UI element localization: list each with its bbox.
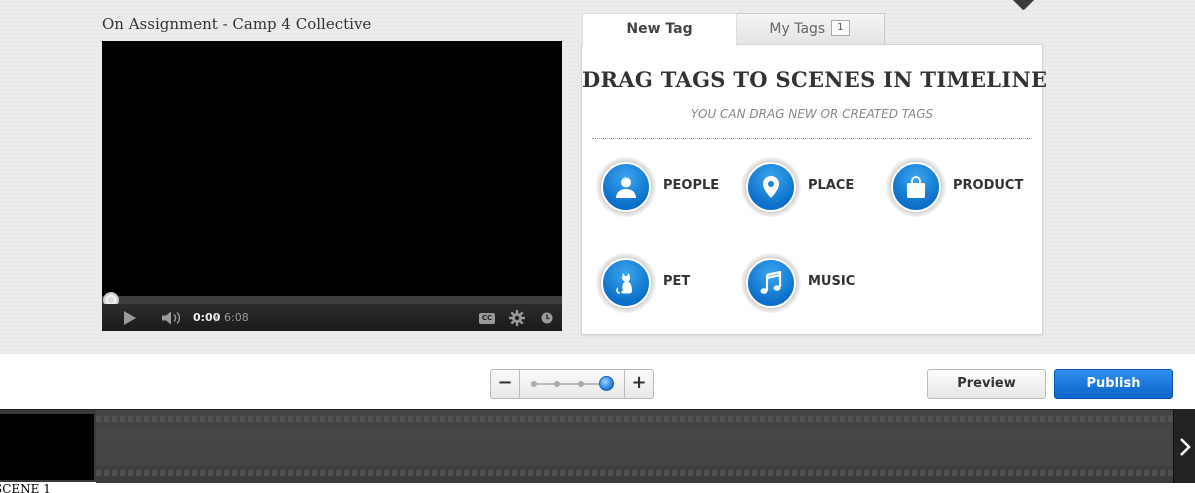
- chevron-right-icon: [1180, 438, 1191, 456]
- my-tags-count-badge: 1: [831, 20, 850, 36]
- volume-icon[interactable]: [161, 311, 183, 325]
- music-note-icon: [760, 271, 782, 294]
- zoom-step-dot: [554, 381, 560, 387]
- tag-pet[interactable]: PET: [596, 253, 726, 313]
- tab-new-tag-label: New Tag: [626, 21, 693, 37]
- total-time: 6:08: [224, 311, 249, 324]
- film-strip[interactable]: [96, 410, 1173, 483]
- tag-panel: DRAG TAGS TO SCENES IN TIMELINE YOU CAN …: [581, 44, 1048, 335]
- video-title: On Assignment - Camp 4 Collective: [102, 15, 372, 33]
- zoom-control: − +: [490, 369, 654, 399]
- publish-button[interactable]: Publish: [1054, 369, 1173, 399]
- watch-later-icon[interactable]: [541, 312, 553, 324]
- workspace-area: On Assignment - Camp 4 Collective 0:00 /…: [0, 0, 1195, 354]
- scene-thumbnail[interactable]: [0, 414, 94, 480]
- panel-heading: DRAG TAGS TO SCENES IN TIMELINE: [582, 67, 1048, 92]
- tag-music-label: MUSIC: [808, 274, 856, 289]
- player-controls: 0:00 / 6:08 CC: [102, 304, 562, 331]
- scene-label: SCENE 1: [0, 482, 51, 493]
- film-sprockets: [96, 470, 1173, 476]
- tag-place-badge: [741, 157, 801, 217]
- play-icon[interactable]: [124, 311, 136, 325]
- tag-people-label: PEOPLE: [663, 178, 720, 193]
- shopping-bag-icon: [907, 176, 925, 198]
- zoom-in-button[interactable]: +: [624, 370, 653, 398]
- tab-my-tags-label: My Tags: [769, 21, 826, 37]
- panel-divider: [592, 138, 1032, 139]
- video-player[interactable]: 0:00 / 6:08 CC: [102, 41, 562, 331]
- tag-product-badge: [886, 157, 946, 217]
- timeline-next-button[interactable]: [1173, 410, 1195, 483]
- cat-icon: [616, 273, 632, 294]
- film-sprockets: [96, 416, 1173, 422]
- person-icon: [616, 177, 636, 198]
- gear-icon[interactable]: [509, 310, 525, 326]
- tab-new-tag[interactable]: New Tag: [582, 13, 737, 46]
- tag-people[interactable]: PEOPLE: [596, 157, 726, 217]
- closed-captions-icon[interactable]: CC: [479, 313, 495, 324]
- tag-music-badge: [741, 253, 801, 313]
- zoom-slider-thumb[interactable]: [599, 376, 614, 391]
- tab-my-tags[interactable]: My Tags 1: [734, 13, 885, 45]
- tag-place[interactable]: PLACE: [741, 157, 871, 217]
- corner-marker-icon: [1011, 0, 1036, 11]
- tag-pet-label: PET: [663, 274, 691, 289]
- tag-pet-badge: [596, 253, 656, 313]
- zoom-out-button[interactable]: −: [491, 370, 520, 398]
- time-separator: /: [215, 311, 219, 324]
- tag-product-label: PRODUCT: [953, 178, 1024, 193]
- tag-people-badge: [596, 157, 656, 217]
- scene-timeline: [0, 409, 1195, 483]
- zoom-step-dot: [531, 381, 537, 387]
- zoom-step-dot: [578, 381, 584, 387]
- panel-subheading: YOU CAN DRAG NEW OR CREATED TAGS: [690, 107, 934, 121]
- tag-place-label: PLACE: [808, 178, 855, 193]
- map-pin-icon: [763, 176, 779, 198]
- progress-bar[interactable]: [102, 296, 562, 304]
- tag-product[interactable]: PRODUCT: [886, 157, 1026, 217]
- zoom-slider-track[interactable]: [531, 381, 607, 387]
- tag-music[interactable]: MUSIC: [741, 253, 871, 313]
- preview-button[interactable]: Preview: [927, 369, 1046, 399]
- film-band: [96, 426, 1173, 466]
